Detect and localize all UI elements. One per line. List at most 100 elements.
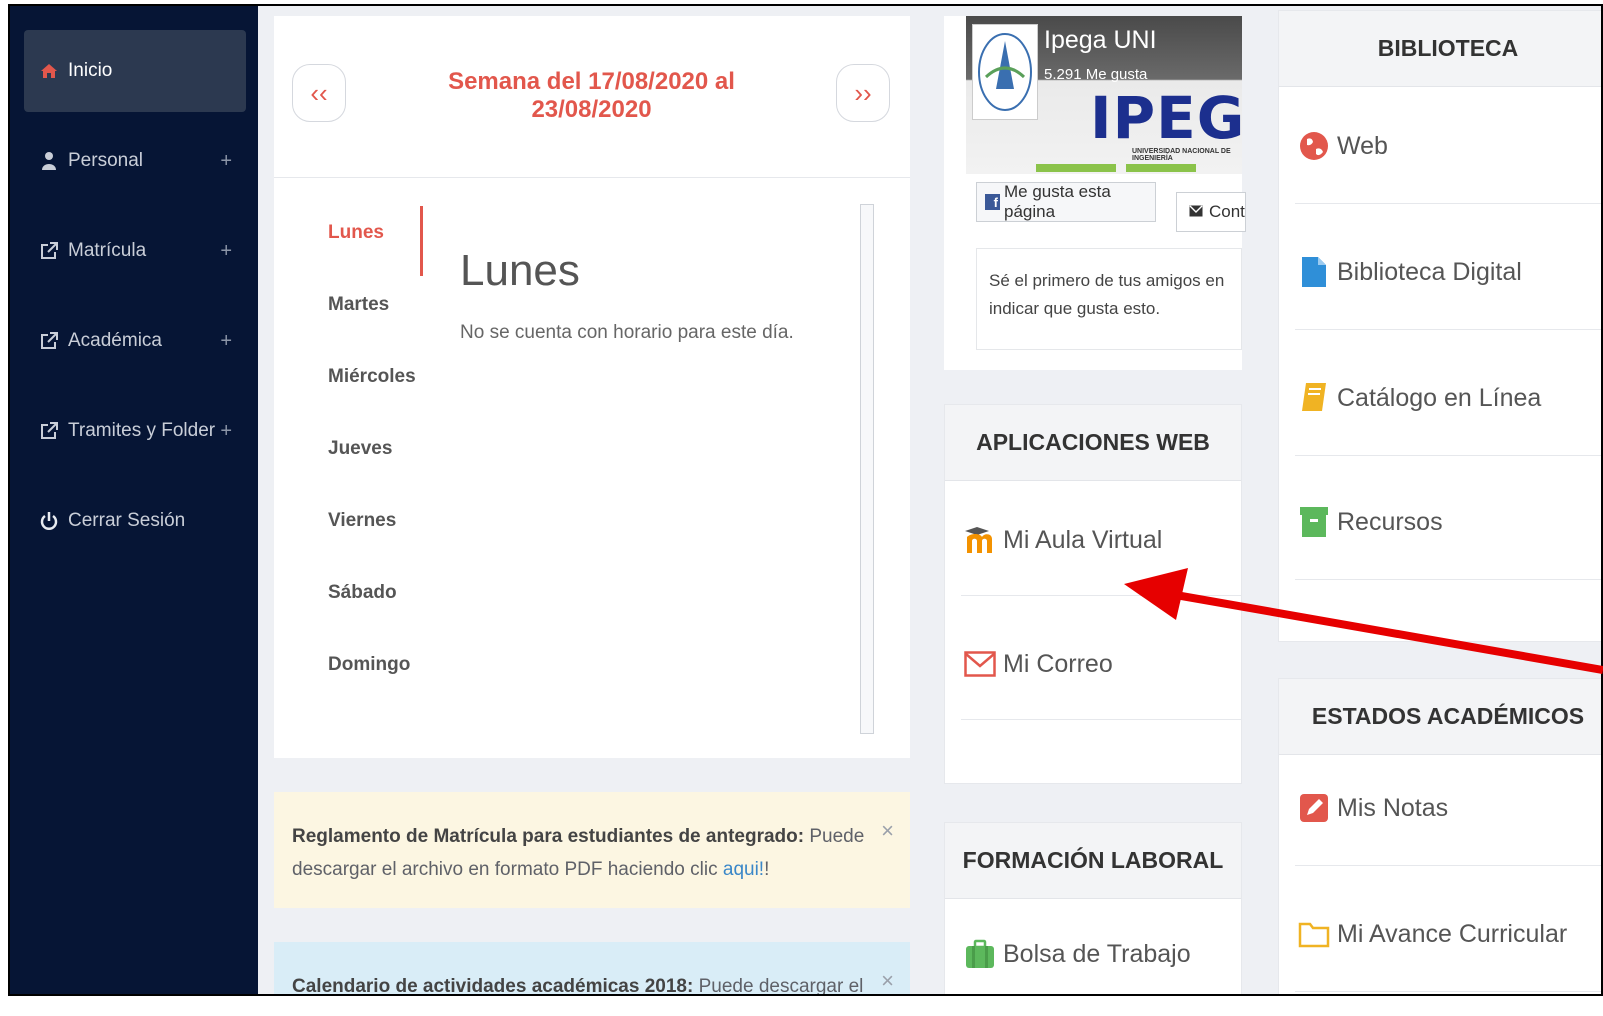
book-icon <box>1295 381 1333 415</box>
briefcase-icon <box>961 939 999 969</box>
mail-icon <box>961 651 999 677</box>
external-link-icon <box>36 422 62 440</box>
sidebar: Inicio Personal + Matrícula + Académica … <box>10 6 258 994</box>
expand-icon: + <box>220 419 232 442</box>
selected-day-heading: Lunes <box>460 246 580 295</box>
divider <box>1295 203 1601 204</box>
schedule-scrollbar[interactable] <box>860 204 874 734</box>
expand-icon: + <box>220 149 232 172</box>
next-week-button[interactable]: ›› <box>836 64 890 122</box>
mi-correo-link[interactable]: Mi Correo <box>961 639 1241 689</box>
recursos-link[interactable]: Recursos <box>1295 497 1601 547</box>
week-header: ‹‹ Semana del 17/08/2020 al 23/08/2020 ›… <box>274 16 910 178</box>
link-label: Biblioteca Digital <box>1337 257 1522 286</box>
facebook-contact-button[interactable]: Cont <box>1176 192 1246 232</box>
estados-academicos-panel: ESTADOS ACADÉMICOS Mis Notas Mi Avance C… <box>1278 678 1601 994</box>
biblioteca-web-link[interactable]: Web <box>1295 121 1601 171</box>
link-label: Mis Notas <box>1337 793 1449 822</box>
facebook-page-widget: Ipega UNI 5.291 Me gusta IPEGA UNIVERSID… <box>944 16 1246 370</box>
link-label: Mi Aula Virtual <box>1003 525 1163 554</box>
prev-week-button[interactable]: ‹‹ <box>292 64 346 122</box>
link-label: Mi Correo <box>1003 649 1113 678</box>
sidebar-item-cerrar-sesion[interactable]: Cerrar Sesión <box>24 480 246 562</box>
panel-title: BIBLIOTECA <box>1279 11 1601 87</box>
browser-frame: Inicio Personal + Matrícula + Académica … <box>8 4 1603 996</box>
alert-reglamento: Reglamento de Matrícula para estudiantes… <box>274 792 910 908</box>
schedule-card: ‹‹ Semana del 17/08/2020 al 23/08/2020 ›… <box>274 16 910 758</box>
panel-title: ESTADOS ACADÉMICOS <box>1279 679 1601 755</box>
sidebar-item-label: Académica <box>68 330 162 351</box>
panel-title: FORMACIÓN LABORAL <box>945 823 1241 899</box>
sidebar-item-label: Tramites y Folder <box>68 420 216 441</box>
download-link[interactable]: aqui! <box>723 859 764 880</box>
archive-icon <box>1295 506 1333 538</box>
close-icon[interactable]: × <box>881 814 894 847</box>
link-label: Web <box>1337 131 1388 160</box>
biblioteca-digital-link[interactable]: Biblioteca Digital <box>1295 247 1601 297</box>
moodle-icon <box>961 525 999 555</box>
user-icon <box>36 151 62 171</box>
sidebar-item-label: Matrícula <box>68 240 147 261</box>
external-link-icon <box>36 332 62 350</box>
ipega-brand-text: IPEGA <box>1090 84 1242 152</box>
alert-text-end: ! <box>764 859 770 880</box>
day-tab-domingo[interactable]: Domingo <box>328 654 428 676</box>
external-link-icon <box>36 242 62 260</box>
cover-decor <box>1126 164 1196 172</box>
ipega-brand-subtitle: UNIVERSIDAD NACIONAL DE INGENIERÍA <box>1132 148 1231 162</box>
divider <box>961 595 1241 596</box>
contact-button-label: Cont <box>1209 202 1245 221</box>
like-button-label: Me gusta esta página <box>1004 182 1111 221</box>
day-tab-jueves[interactable]: Jueves <box>328 438 428 460</box>
day-tab-sabado[interactable]: Sábado <box>328 582 428 604</box>
link-label: Recursos <box>1337 507 1443 536</box>
biblioteca-panel: BIBLIOTECA Web Biblioteca Digital Catálo… <box>1278 10 1601 642</box>
divider <box>961 719 1241 720</box>
facebook-cover[interactable]: Ipega UNI 5.291 Me gusta IPEGA UNIVERSID… <box>966 16 1242 174</box>
day-tab-viernes[interactable]: Viernes <box>328 510 428 532</box>
mail-icon <box>1189 202 1203 222</box>
catalogo-en-linea-link[interactable]: Catálogo en Línea <box>1295 373 1601 423</box>
day-tab-martes[interactable]: Martes <box>328 294 428 316</box>
link-label: Mi Avance Curricular <box>1337 919 1568 948</box>
edit-icon <box>1295 793 1333 823</box>
home-icon <box>36 63 62 79</box>
day-tab-lunes[interactable]: Lunes <box>328 222 428 244</box>
sidebar-item-label: Personal <box>68 150 143 171</box>
sidebar-item-label: Inicio <box>68 60 113 81</box>
week-title: Semana del 17/08/2020 al 23/08/2020 <box>448 68 735 123</box>
sidebar-item-inicio[interactable]: Inicio <box>24 30 246 112</box>
link-label: Catálogo en Línea <box>1337 383 1542 412</box>
sidebar-item-matricula[interactable]: Matrícula + <box>24 210 246 292</box>
close-icon[interactable]: × <box>881 964 894 994</box>
divider <box>1295 455 1601 456</box>
facebook-like-count: 5.291 Me gusta <box>1044 66 1148 83</box>
divider <box>1295 991 1601 992</box>
bolsa-de-trabajo-link[interactable]: Bolsa de Trabajo <box>961 929 1241 979</box>
sidebar-item-tramites[interactable]: Tramites y Folder + <box>24 390 246 472</box>
expand-icon: + <box>220 239 232 262</box>
sidebar-item-label: Cerrar Sesión <box>68 510 186 531</box>
sidebar-item-personal[interactable]: Personal + <box>24 120 246 202</box>
alert-calendario: Calendario de actividades académicas 201… <box>274 942 910 996</box>
facebook-icon: f <box>985 194 1000 210</box>
formacion-laboral-panel: FORMACIÓN LABORAL Bolsa de Trabajo <box>944 822 1242 994</box>
link-label: Bolsa de Trabajo <box>1003 939 1191 968</box>
sidebar-item-academica[interactable]: Académica + <box>24 300 246 382</box>
schedule-empty-message: No se cuenta con horario para este día. <box>460 322 794 343</box>
divider <box>1295 865 1601 866</box>
day-tab-miercoles[interactable]: Miércoles <box>328 366 428 388</box>
mi-aula-virtual-link[interactable]: Mi Aula Virtual <box>961 515 1241 565</box>
alert-title: Reglamento de Matrícula para estudiantes… <box>292 826 805 847</box>
panel-title: APLICACIONES WEB <box>945 405 1241 481</box>
aplicaciones-web-panel: APLICACIONES WEB Mi Aula Virtual Mi Corr… <box>944 404 1242 784</box>
facebook-like-button[interactable]: f Me gusta esta página <box>976 182 1156 222</box>
cover-decor <box>1036 164 1116 172</box>
facebook-page-name[interactable]: Ipega UNI <box>1044 26 1157 55</box>
facebook-social-context: Sé el primero de tus amigos en indicar q… <box>976 248 1242 350</box>
mi-avance-curricular-link[interactable]: Mi Avance Curricular <box>1295 909 1601 959</box>
mis-notas-link[interactable]: Mis Notas <box>1295 783 1601 833</box>
expand-icon: + <box>220 329 232 352</box>
alert-title: Calendario de actividades académicas 201… <box>292 976 694 996</box>
divider <box>1295 329 1601 330</box>
